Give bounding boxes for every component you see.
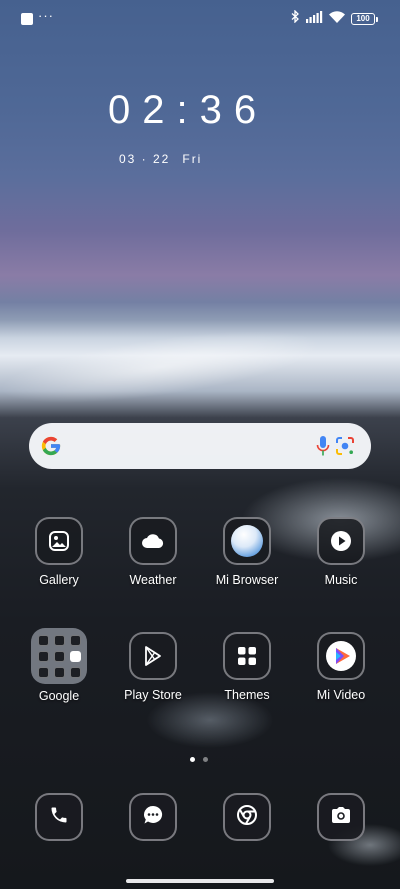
app-music[interactable]: Music bbox=[296, 517, 386, 587]
page-indicator-active[interactable] bbox=[190, 757, 195, 762]
app-label: Themes bbox=[224, 688, 270, 702]
app-play-store[interactable]: Play Store bbox=[108, 632, 198, 702]
app-label: Google bbox=[38, 689, 80, 703]
play-store-icon bbox=[129, 632, 177, 680]
dock-camera[interactable] bbox=[317, 793, 365, 841]
app-google-folder[interactable]: Google bbox=[14, 628, 104, 703]
maps-icon bbox=[69, 634, 81, 646]
photos-icon bbox=[69, 650, 81, 662]
mi-video-icon bbox=[317, 632, 365, 680]
phone-icon bbox=[49, 805, 69, 830]
clock-date: 03 · 22 Fri bbox=[119, 152, 202, 166]
dock-phone[interactable] bbox=[35, 793, 83, 841]
youtube-icon bbox=[37, 650, 49, 662]
google-app-icon bbox=[37, 634, 49, 646]
notification-square-icon bbox=[21, 13, 33, 25]
app-label: Play Store bbox=[124, 688, 182, 702]
gallery-icon bbox=[35, 517, 83, 565]
google-search-bar[interactable] bbox=[29, 423, 371, 469]
chrome-icon bbox=[236, 804, 258, 831]
files-icon bbox=[53, 666, 65, 678]
page-indicator[interactable] bbox=[203, 757, 208, 762]
battery-icon: 100 bbox=[351, 13, 378, 25]
folder-icon bbox=[31, 628, 87, 684]
battery-level: 100 bbox=[351, 13, 375, 25]
more-notifications-indicator: ··· bbox=[38, 8, 54, 23]
app-label: Weather bbox=[129, 573, 177, 587]
youtube-music-icon bbox=[69, 666, 81, 678]
app-themes[interactable]: Themes bbox=[202, 632, 292, 702]
browser-icon bbox=[223, 517, 271, 565]
app-mi-video[interactable]: Mi Video bbox=[296, 632, 386, 702]
app-label: Mi Browser bbox=[215, 573, 279, 587]
gmail-icon bbox=[53, 634, 65, 646]
dock-chrome[interactable] bbox=[223, 793, 271, 841]
app-weather[interactable]: Weather bbox=[108, 517, 198, 587]
weekday-text: Fri bbox=[182, 152, 203, 166]
wifi-icon bbox=[329, 10, 345, 28]
drive-icon bbox=[53, 650, 65, 662]
status-bar: ··· 100 bbox=[0, 0, 400, 36]
app-mi-browser[interactable]: Mi Browser bbox=[202, 517, 292, 587]
app-label: Music bbox=[324, 573, 358, 587]
signal-icon bbox=[306, 10, 323, 28]
home-gesture-bar[interactable] bbox=[126, 879, 274, 883]
app-label: Gallery bbox=[39, 573, 79, 587]
mic-icon[interactable] bbox=[316, 435, 330, 462]
messages-icon bbox=[142, 804, 164, 831]
date-text: 03 · 22 bbox=[119, 152, 171, 166]
camera-icon bbox=[330, 805, 352, 830]
dock-messages[interactable] bbox=[129, 793, 177, 841]
play-icon bbox=[317, 517, 365, 565]
clock-time: 02:36 bbox=[108, 88, 269, 132]
app-label: Mi Video bbox=[316, 688, 366, 702]
bluetooth-icon bbox=[291, 9, 300, 28]
themes-grid-icon bbox=[223, 632, 271, 680]
lens-icon[interactable] bbox=[334, 435, 356, 462]
meet-icon bbox=[37, 666, 49, 678]
app-gallery[interactable]: Gallery bbox=[14, 517, 104, 587]
cloud-icon bbox=[129, 517, 177, 565]
status-icons: 100 bbox=[291, 9, 378, 28]
google-g-icon bbox=[40, 435, 62, 462]
